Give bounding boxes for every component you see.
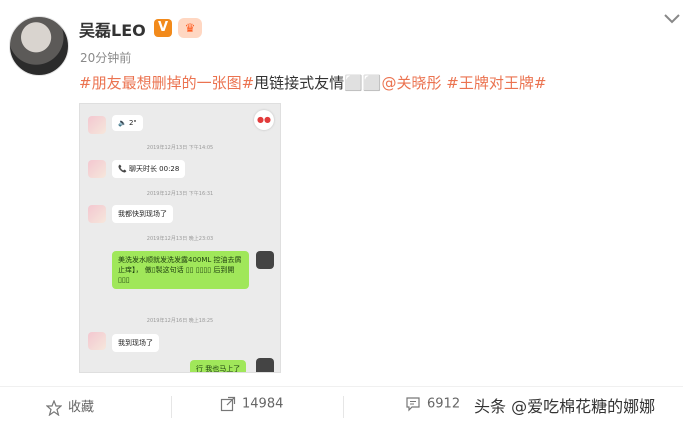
chat-avatar	[88, 332, 106, 350]
post-body-text: 甩链接式友情⬜⬜	[254, 74, 382, 92]
divider	[171, 396, 172, 418]
chat-avatar	[256, 251, 274, 269]
verified-badge: V	[154, 19, 172, 37]
chat-bubble: 美洗发水顺就发洗发露400ML 控油去屑止痒】， 傲▯製这句话 ▯▯ ▯▯▯▯ …	[112, 251, 249, 289]
username[interactable]: 吴磊LEO	[79, 17, 146, 41]
app-icon: ●●	[254, 110, 274, 130]
favorite-button[interactable]: 收藏	[45, 396, 95, 416]
star-icon	[45, 398, 63, 416]
post-image[interactable]: ●● 🔈 2" 2019年12月13日 下午14:05 📞 聊天时长 00:28…	[79, 103, 281, 373]
chat-avatar	[256, 358, 274, 372]
share-count: 14984	[242, 396, 284, 412]
comment-icon	[406, 397, 420, 412]
divider	[343, 396, 344, 418]
share-icon	[220, 396, 236, 412]
chat-timestamp: 2019年12月13日 下午14:05	[146, 145, 214, 151]
avatar[interactable]	[9, 16, 69, 76]
mention-link[interactable]: @关晓彤	[382, 74, 442, 92]
chat-bubble: 🔈 2"	[112, 115, 143, 131]
chat-bubble: 我到现场了	[112, 334, 159, 352]
watermark-text: 头条 @爱吃棉花糖的娜娜	[474, 397, 656, 416]
hashtag-link[interactable]: #王牌对王牌#	[442, 74, 546, 92]
share-button[interactable]: 14984	[220, 396, 283, 412]
chat-timestamp: 2019年12月16日 晚上18:25	[146, 318, 214, 324]
comment-button[interactable]: 6912	[405, 396, 460, 412]
chat-timestamp: 2019年12月13日 下午16:31	[146, 191, 214, 197]
comment-count: 6912	[427, 396, 461, 412]
chat-bubble: 行 我也马上了	[190, 360, 247, 372]
chat-avatar	[88, 116, 106, 134]
chat-avatar	[88, 205, 106, 223]
favorite-label: 收藏	[68, 400, 95, 415]
hashtag-link[interactable]: #朋友最想删掉的一张图#	[79, 74, 254, 92]
divider	[0, 386, 683, 387]
chevron-down-icon[interactable]	[663, 12, 681, 26]
member-badge: ♛	[178, 18, 202, 38]
chat-bubble: 📞 聊天时长 00:28	[112, 160, 186, 178]
post-time[interactable]: 20分钟前	[80, 49, 131, 66]
chat-avatar	[88, 160, 106, 178]
chat-timestamp: 2019年12月13日 晚上23:03	[146, 236, 214, 242]
chat-bubble: 我都快到现场了	[112, 205, 173, 223]
post-text: #朋友最想删掉的一张图#甩链接式友情⬜⬜@关晓彤 #王牌对王牌#	[79, 72, 546, 93]
